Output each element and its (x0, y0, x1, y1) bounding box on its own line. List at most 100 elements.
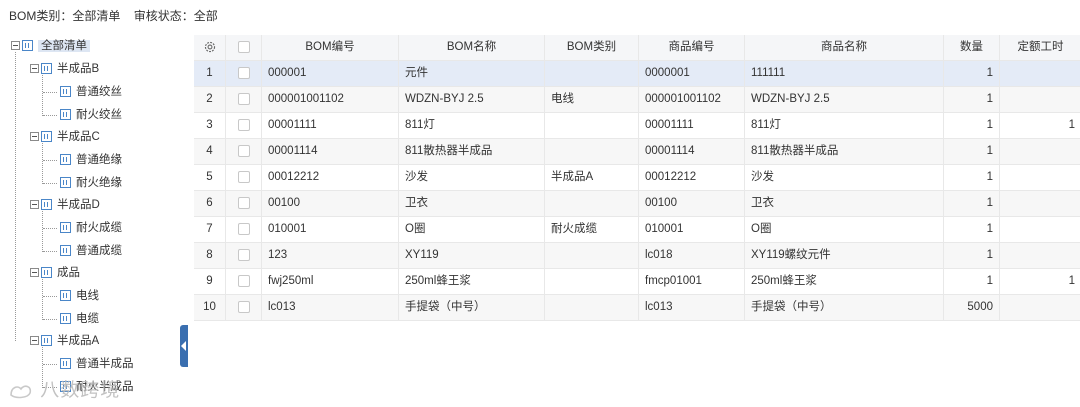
tree-node-label[interactable]: 成品 (57, 267, 80, 279)
collapse-toggle-icon[interactable] (30, 336, 39, 346)
bom-name-cell: O圈 (399, 217, 545, 242)
table-row[interactable]: 9 fwj250ml 250ml蜂王浆 fmcp01001 250ml蜂王浆 1 1 (194, 269, 1080, 295)
row-checkbox[interactable] (226, 61, 262, 86)
tree-leaf-label[interactable]: 耐火成缆 (76, 222, 122, 234)
row-checkbox[interactable] (226, 113, 262, 138)
column-header[interactable]: 商品编号 (639, 35, 745, 60)
tree-leaf-label[interactable]: 耐火绝缘 (76, 177, 122, 189)
tree-leaf[interactable]: 耐火绞丝 (60, 105, 122, 125)
row-checkbox[interactable] (226, 191, 262, 216)
row-checkbox[interactable] (226, 295, 262, 320)
table-row[interactable]: 2 000001001102 WDZN-BYJ 2.5 电线 000001001102 W… (194, 87, 1080, 113)
row-number: 6 (194, 191, 226, 216)
collapse-toggle-icon[interactable] (30, 200, 39, 210)
table-row[interactable]: 1 000001 元件 0000001 111111 1 (194, 61, 1080, 87)
tree-node-label[interactable]: 半成品C (57, 131, 100, 143)
row-checkbox[interactable] (226, 269, 262, 294)
product-name-cell: 卫衣 (745, 191, 944, 216)
tree-leaf[interactable]: 电线 (60, 286, 99, 306)
tree-leaf-label[interactable]: 普通绞丝 (76, 86, 122, 98)
tree-leaf-label[interactable]: 电缆 (76, 313, 99, 325)
tree-node-group[interactable]: 半成品B (30, 59, 99, 79)
product-code-cell: fmcp01001 (639, 269, 745, 294)
bom-type-value[interactable]: 全部清单 (72, 9, 120, 23)
tree-leaf[interactable]: 普通绝缘 (60, 150, 122, 170)
tree-leaf-label[interactable]: 耐火绞丝 (76, 109, 122, 121)
checkbox-icon[interactable] (237, 300, 250, 313)
tree-node-label[interactable]: 全部清单 (38, 40, 90, 52)
tree-leaf-label[interactable]: 普通成缆 (76, 245, 122, 257)
gear-icon[interactable] (203, 40, 217, 54)
tree-node-group[interactable]: 半成品A (30, 331, 99, 351)
select-all-checkbox[interactable] (226, 35, 262, 60)
tree-connector (43, 296, 57, 297)
column-header[interactable]: 数量 (944, 35, 1000, 60)
tree-leaf[interactable]: 耐火绝缘 (60, 173, 122, 193)
product-code-cell: 00100 (639, 191, 745, 216)
collapse-toggle-icon[interactable] (11, 41, 20, 51)
tree-leaf-label[interactable]: 普通绝缘 (76, 154, 122, 166)
row-checkbox[interactable] (226, 139, 262, 164)
quantity-cell: 1 (944, 191, 1000, 216)
tree-node-label[interactable]: 半成品A (57, 335, 99, 347)
column-header[interactable]: 定额工时 (1000, 35, 1080, 60)
tree-node-label[interactable]: 半成品D (57, 199, 100, 211)
tree-node-group[interactable]: 成品 (30, 263, 80, 283)
row-checkbox[interactable] (226, 165, 262, 190)
row-checkbox[interactable] (226, 87, 262, 112)
bom-type-cell: 耐火成缆 (545, 217, 639, 242)
collapse-toggle-icon[interactable] (30, 268, 39, 278)
document-icon (60, 154, 71, 166)
tree-node-group[interactable]: 半成品D (30, 195, 100, 215)
tree-node-label[interactable]: 半成品B (57, 63, 99, 75)
tree-connector (15, 52, 16, 341)
column-header[interactable]: BOM编号 (262, 35, 399, 60)
checkbox-icon[interactable] (237, 222, 250, 235)
checkbox-icon[interactable] (237, 144, 250, 157)
checkbox-icon[interactable] (237, 66, 250, 79)
product-name-cell: WDZN-BYJ 2.5 (745, 87, 944, 112)
row-number: 7 (194, 217, 226, 242)
table-row[interactable]: 8 123 XY119 lc018 XY119螺纹元件 1 (194, 243, 1080, 269)
collapse-toggle-icon[interactable] (30, 64, 39, 74)
watermark-text: 八数跨境 (40, 380, 121, 401)
table-row[interactable]: 4 00001114 811散热器半成品 00001114 811散热器半成品 1 (194, 139, 1080, 165)
tree-node-root[interactable]: 全部清单 (11, 36, 90, 56)
table-row[interactable]: 3 00001111 811灯 00001111 811灯 1 1 (194, 113, 1080, 139)
collapse-toggle-icon[interactable] (30, 132, 39, 142)
checkbox-icon[interactable] (237, 248, 250, 261)
table-row[interactable]: 6 00100 卫衣 00100 卫衣 1 (194, 191, 1080, 217)
tree-leaf-label[interactable]: 普通半成品 (76, 358, 134, 370)
tree-node-group[interactable]: 半成品C (30, 127, 100, 147)
tree-leaf[interactable]: 普通半成品 (60, 354, 134, 374)
tree-leaf[interactable]: 耐火成缆 (60, 218, 122, 238)
column-header[interactable]: BOM类别 (545, 35, 639, 60)
audit-status-filter[interactable]: 审核状态：全部 (134, 9, 218, 23)
table-row[interactable]: 10 lc013 手提袋（中号） lc013 手提袋（中号） 5000 (194, 295, 1080, 321)
row-number: 3 (194, 113, 226, 138)
checkbox-icon[interactable] (237, 196, 250, 209)
checkbox-icon[interactable] (237, 170, 250, 183)
tree-leaf[interactable]: 普通绞丝 (60, 82, 122, 102)
checkbox-icon[interactable] (237, 274, 250, 287)
tree-leaf[interactable]: 电缆 (60, 309, 99, 329)
document-icon (60, 109, 71, 121)
audit-status-value[interactable]: 全部 (194, 9, 218, 23)
row-checkbox[interactable] (226, 243, 262, 268)
column-header[interactable]: 商品名称 (745, 35, 944, 60)
table-row[interactable]: 5 00012212 沙发 半成品A 00012212 沙发 1 (194, 165, 1080, 191)
tree-leaf[interactable]: 普通成缆 (60, 241, 122, 261)
checkbox-icon[interactable] (237, 92, 250, 105)
product-name-cell: 手提袋（中号） (745, 295, 944, 320)
bom-type-filter[interactable]: BOM类别：全部清单 (9, 9, 120, 23)
tree-connector (43, 319, 57, 320)
tree-connector (43, 92, 57, 93)
collapse-sidebar-handle[interactable] (180, 325, 188, 367)
tree-leaf-label[interactable]: 电线 (76, 290, 99, 302)
column-settings-button[interactable] (194, 35, 226, 60)
checkbox-icon[interactable] (237, 118, 250, 131)
table-row[interactable]: 7 010001 O圈 耐火成缆 010001 O圈 1 (194, 217, 1080, 243)
column-header[interactable]: BOM名称 (399, 35, 545, 60)
checkbox-icon[interactable] (237, 40, 250, 53)
row-checkbox[interactable] (226, 217, 262, 242)
